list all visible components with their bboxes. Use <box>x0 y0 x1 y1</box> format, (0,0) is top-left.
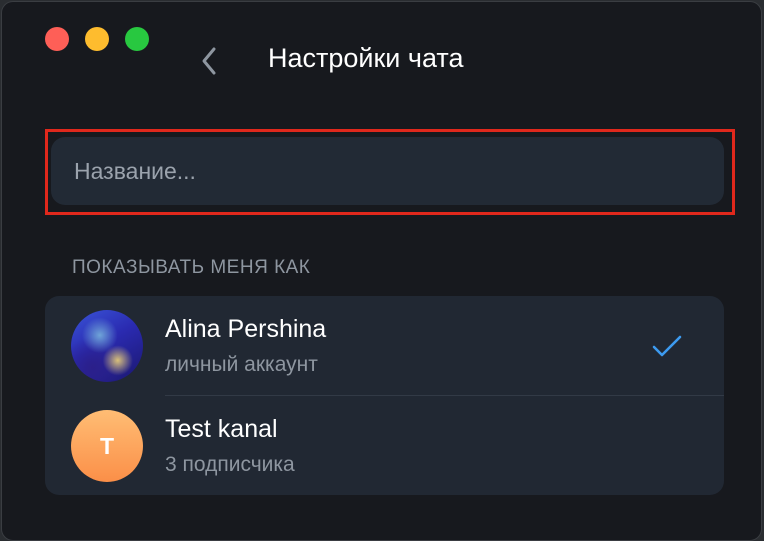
avatar <box>71 310 143 382</box>
section-label-show-me-as: ПОКАЗЫВАТЬ МЕНЯ КАК <box>72 257 311 278</box>
minimize-window-button[interactable] <box>85 27 109 51</box>
chat-settings-window: Настройки чата ПОКАЗЫВАТЬ МЕНЯ КАК Alina… <box>1 1 762 541</box>
avatar-letter: T <box>99 432 115 459</box>
avatar: T <box>71 410 143 482</box>
identity-name: Test kanal <box>165 415 278 443</box>
chat-name-input[interactable] <box>51 137 724 205</box>
page-title: Настройки чата <box>268 43 464 73</box>
close-window-button[interactable] <box>45 27 69 51</box>
back-button[interactable] <box>194 44 224 78</box>
identity-subscribers: 3 подписчика <box>165 453 295 476</box>
identity-option-personal[interactable]: Alina Pershina личный аккаунт <box>45 296 724 395</box>
chevron-left-icon <box>202 47 216 75</box>
checkmark-icon <box>652 335 682 357</box>
identity-type: личный аккаунт <box>165 353 318 376</box>
identity-option-channel[interactable]: T Test kanal 3 подписчика <box>45 396 724 495</box>
identity-list: Alina Pershina личный аккаунт T Test kan… <box>45 296 724 495</box>
identity-name: Alina Pershina <box>165 315 327 343</box>
zoom-window-button[interactable] <box>125 27 149 51</box>
